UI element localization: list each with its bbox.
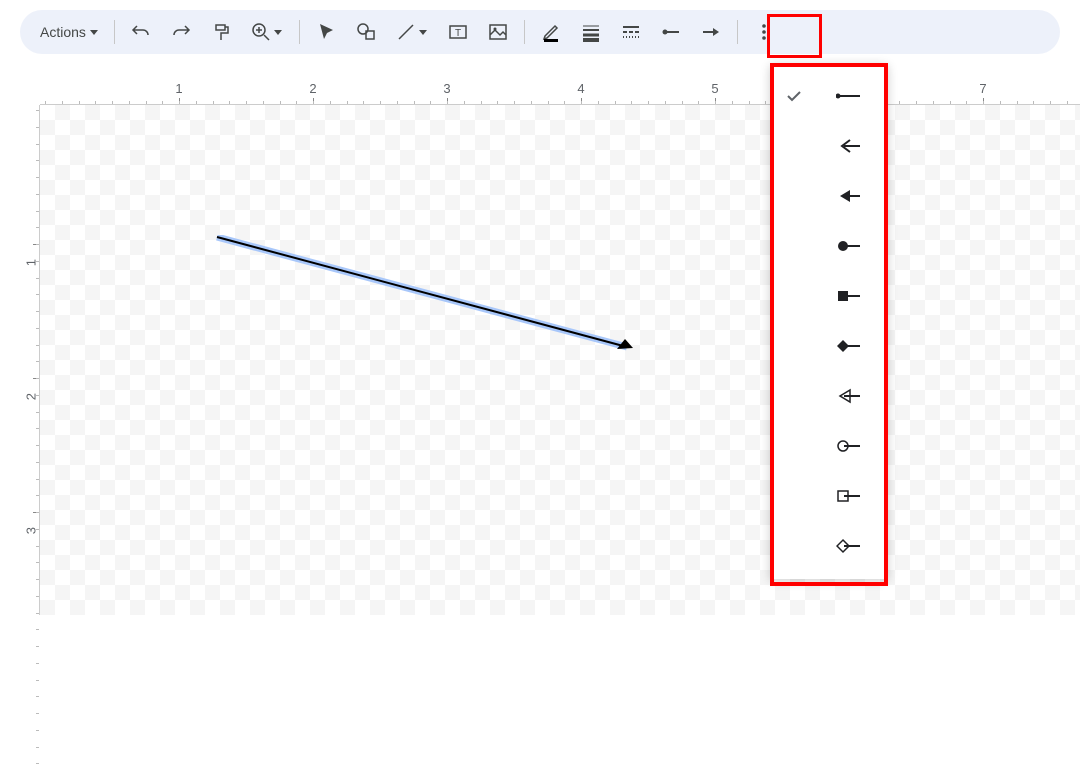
ruler-h-label: 4 — [577, 81, 584, 96]
ruler-h-label: 1 — [175, 81, 182, 96]
more-button[interactable] — [746, 14, 782, 50]
zoom-button[interactable] — [243, 14, 291, 50]
more-icon — [754, 22, 774, 42]
ruler-h-label: 7 — [979, 81, 986, 96]
undo-button[interactable] — [123, 14, 159, 50]
actions-menu-button[interactable]: Actions — [32, 14, 106, 50]
caret-down-icon — [419, 30, 427, 35]
line-start-option-square-outline[interactable] — [770, 471, 888, 521]
paint-format-icon — [211, 22, 231, 42]
line-color-icon — [541, 22, 561, 42]
toolbar-separator — [737, 20, 738, 44]
line-start-arrow-outline-icon — [824, 386, 874, 406]
toolbar-separator — [299, 20, 300, 44]
line-start-circle-outline-icon — [824, 436, 874, 456]
line-start-circle-filled-icon — [824, 236, 874, 256]
text-box-icon: T — [448, 22, 468, 42]
toolbar-separator — [524, 20, 525, 44]
line-start-diamond-filled-icon — [824, 336, 874, 356]
canvas[interactable] — [40, 105, 1080, 615]
line-end-button[interactable] — [693, 14, 729, 50]
line-weight-button[interactable] — [573, 14, 609, 50]
toolbar: Actions T — [20, 10, 1060, 54]
image-icon — [488, 22, 508, 42]
ruler-vertical: 123 — [0, 105, 40, 615]
line-start-option-arrow-open[interactable] — [770, 121, 888, 171]
arrow-shape[interactable] — [215, 235, 645, 360]
ruler-h-label: 2 — [309, 81, 316, 96]
line-icon — [396, 22, 416, 42]
line-start-option-square-filled[interactable] — [770, 271, 888, 321]
redo-button[interactable] — [163, 14, 199, 50]
line-start-option-diamond-filled[interactable] — [770, 321, 888, 371]
line-start-arrow-open-icon — [824, 136, 874, 156]
line-start-button[interactable] — [653, 14, 689, 50]
redo-icon — [171, 22, 191, 42]
line-start-option-circle-outline[interactable] — [770, 421, 888, 471]
actions-label: Actions — [40, 24, 86, 40]
line-start-none-icon — [824, 86, 874, 106]
line-start-diamond-outline-icon — [824, 536, 874, 556]
line-start-square-filled-icon — [824, 286, 874, 306]
line-start-square-outline-icon — [824, 486, 874, 506]
select-icon — [316, 22, 336, 42]
line-start-icon — [661, 22, 681, 42]
line-start-option-diamond-outline[interactable] — [770, 521, 888, 571]
undo-icon — [131, 22, 151, 42]
line-dash-icon — [621, 22, 641, 42]
line-button[interactable] — [388, 14, 436, 50]
line-start-option-none[interactable] — [770, 71, 888, 121]
line-start-dropdown — [770, 63, 888, 579]
select-button[interactable] — [308, 14, 344, 50]
line-start-option-circle-filled[interactable] — [770, 221, 888, 271]
text-box-button[interactable]: T — [440, 14, 476, 50]
paint-format-button[interactable] — [203, 14, 239, 50]
caret-down-icon — [274, 30, 282, 35]
ruler-horizontal: 1234567 — [40, 75, 1080, 105]
zoom-icon — [251, 22, 271, 42]
line-color-button[interactable] — [533, 14, 569, 50]
caret-down-icon — [90, 30, 98, 35]
line-start-option-arrow-outline[interactable] — [770, 371, 888, 421]
ruler-h-label: 5 — [711, 81, 718, 96]
toolbar-separator — [114, 20, 115, 44]
line-start-arrow-filled-icon — [824, 186, 874, 206]
ruler-h-label: 3 — [443, 81, 450, 96]
line-end-icon — [701, 22, 721, 42]
image-button[interactable] — [480, 14, 516, 50]
line-weight-icon — [581, 22, 601, 42]
svg-text:T: T — [455, 28, 461, 39]
check-icon — [784, 87, 804, 105]
shape-button[interactable] — [348, 14, 384, 50]
line-start-option-arrow-filled[interactable] — [770, 171, 888, 221]
line-dash-button[interactable] — [613, 14, 649, 50]
shape-icon — [356, 22, 376, 42]
